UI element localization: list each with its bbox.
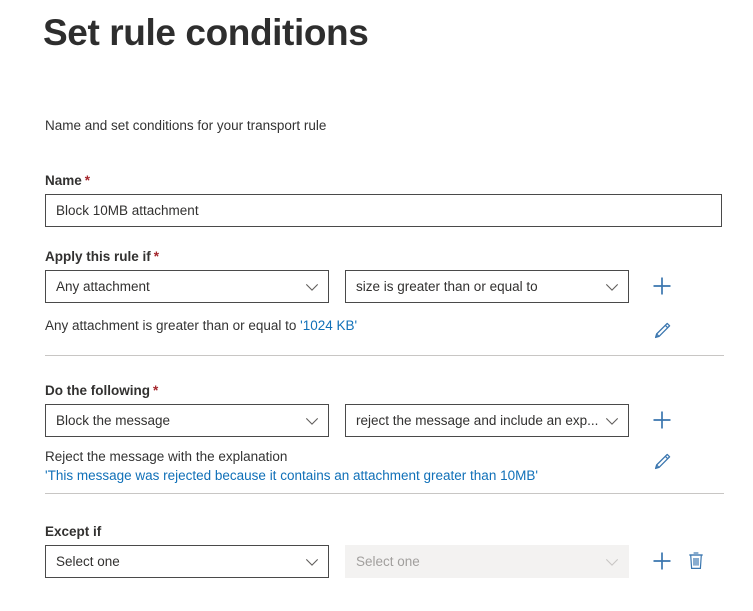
apply-rule-operator-dropdown[interactable]: size is greater than or equal to [345,270,629,303]
apply-rule-condition-value: Any attachment [56,278,150,294]
required-asterisk: * [152,383,159,398]
except-if-add-button[interactable] [650,549,674,573]
chevron-down-icon [605,417,619,425]
except-if-label: Except if [45,523,101,541]
plus-icon [653,552,671,570]
apply-rule-operator-value: size is greater than or equal to [356,278,538,294]
section-separator-1 [45,355,724,356]
do-following-label-text: Do the following [45,383,150,398]
name-field-label: Name * [45,172,90,190]
name-input[interactable] [45,194,722,227]
required-asterisk: * [84,173,91,188]
chevron-down-icon [305,417,319,425]
chevron-down-icon [605,283,619,291]
do-following-edit-button[interactable] [651,451,673,473]
except-if-label-text: Except if [45,524,102,539]
apply-rule-condition-dropdown[interactable]: Any attachment [45,270,329,303]
plus-icon [653,411,671,429]
do-following-action-dropdown[interactable]: Block the message [45,404,329,437]
required-asterisk: * [153,249,160,264]
apply-rule-summary-prefix: Any attachment is greater than or equal … [45,318,301,333]
apply-rule-if-label: Apply this rule if * [45,248,159,266]
pencil-edit-icon [654,322,671,339]
do-following-summary-link[interactable]: 'This message was rejected because it co… [45,466,645,485]
do-following-summary-prefix: Reject the message with the explanation [45,449,288,464]
do-following-summary: Reject the message with the explanation … [45,447,645,485]
do-following-add-button[interactable] [650,408,674,432]
name-field-label-text: Name [45,173,82,188]
page-subtitle: Name and set conditions for your transpo… [45,118,327,133]
chevron-down-icon [305,283,319,291]
apply-rule-edit-button[interactable] [651,320,673,342]
except-if-detail-value: Select one [356,553,420,569]
do-following-action-value: Block the message [56,412,171,428]
do-following-action-detail-dropdown[interactable]: reject the message and include an exp... [345,404,629,437]
apply-rule-add-button[interactable] [650,274,674,298]
plus-icon [653,277,671,295]
chevron-down-icon [605,558,619,566]
apply-rule-summary-link[interactable]: '1024 KB' [300,318,357,333]
trash-delete-icon [689,552,703,569]
except-if-condition-dropdown[interactable]: Select one [45,545,329,578]
set-rule-conditions-page: Set rule conditions Name and set conditi… [0,0,753,611]
except-if-detail-dropdown: Select one [345,545,629,578]
apply-rule-summary: Any attachment is greater than or equal … [45,316,625,335]
chevron-down-icon [305,558,319,566]
do-following-label: Do the following * [45,382,158,400]
section-separator-2 [45,493,724,494]
do-following-action-detail-value: reject the message and include an exp... [356,412,599,428]
except-if-condition-value: Select one [56,553,120,569]
pencil-edit-icon [654,453,671,470]
except-if-delete-button[interactable] [686,550,706,572]
page-title: Set rule conditions [43,12,369,53]
apply-rule-if-label-text: Apply this rule if [45,249,151,264]
